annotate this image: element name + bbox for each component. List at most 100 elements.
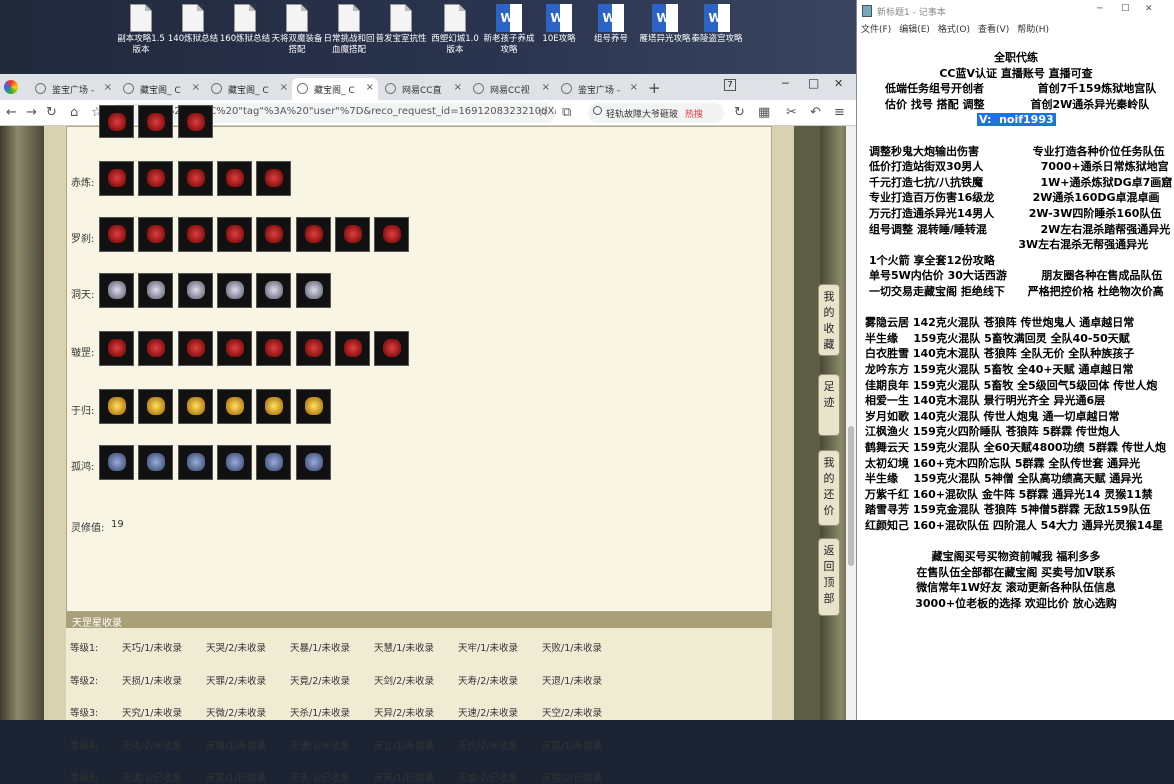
tab-close-icon[interactable]: × (630, 82, 638, 93)
equipment-item[interactable] (99, 445, 134, 480)
reload-icon[interactable]: ↻ (46, 104, 57, 122)
desktop-icon[interactable]: W 10E攻略 (532, 4, 586, 45)
desktop-icon[interactable]: 副本攻略1.5版本 (114, 4, 168, 56)
star-icon[interactable]: ☆ (537, 104, 549, 122)
desktop-icon[interactable]: W 组号养号 (584, 4, 638, 45)
desktop-icon[interactable]: W 秦陵盗宫攻略 (690, 4, 744, 45)
tab-2[interactable]: 藏宝阁_ C × (206, 78, 292, 100)
tab-close-icon[interactable]: × (366, 82, 374, 93)
equipment-item[interactable] (295, 331, 331, 366)
equipment-item[interactable] (177, 445, 213, 480)
equipment-item[interactable] (256, 161, 292, 196)
tab-3[interactable]: 藏宝阁_ C × (292, 78, 378, 100)
equipment-item[interactable] (334, 331, 370, 366)
equipment-item[interactable] (138, 273, 174, 308)
notepad-menu-item[interactable]: 文件(F) (861, 25, 891, 35)
desktop-icon[interactable]: 日常挑战和回血魔搭配 (322, 4, 376, 56)
back-icon[interactable]: ← (6, 104, 17, 122)
equipment-item[interactable] (256, 331, 292, 366)
menu-icon[interactable]: ≡ (834, 104, 845, 122)
equipment-item[interactable] (177, 161, 213, 196)
grid-icon[interactable]: ▦ (758, 104, 770, 122)
equipment-item[interactable] (99, 331, 134, 366)
notepad-menu-item[interactable]: 格式(O) (938, 25, 970, 35)
equipment-item[interactable] (295, 389, 331, 424)
equipment-item[interactable] (177, 331, 213, 366)
side-button-3[interactable]: 返 回 顶 部 (818, 538, 840, 616)
maximize-button[interactable]: □ (808, 76, 819, 90)
equipment-item[interactable] (216, 389, 252, 424)
notepad-text-area[interactable]: 全职代练 CC蓝V认证 直播账号 直播可查 低端任务组号开创者 首创7千159炼狱地… (857, 36, 1174, 720)
equipment-item[interactable] (138, 389, 174, 424)
scroll-thumb[interactable] (848, 426, 854, 566)
notepad-maximize-button[interactable]: □ (1121, 3, 1130, 13)
equipment-item[interactable] (138, 445, 174, 480)
new-tab-button[interactable]: + (648, 79, 661, 97)
minimize-button[interactable]: ─ (782, 77, 789, 90)
equipment-item[interactable] (99, 273, 134, 308)
forward-icon[interactable]: → (26, 104, 37, 122)
desktop-icon[interactable]: 普发宝室抗性 (374, 4, 428, 45)
equipment-item[interactable] (216, 217, 252, 252)
side-button-2[interactable]: 我 的 还 价 (818, 450, 840, 526)
equipment-item[interactable] (138, 161, 174, 196)
tab-1[interactable]: 藏宝阁_ C × (118, 78, 204, 100)
tab-close-icon[interactable]: × (104, 82, 112, 93)
browser-logo-icon[interactable] (4, 80, 18, 94)
equipment-item[interactable] (99, 217, 134, 252)
notepad-menu-item[interactable]: 帮助(H) (1017, 25, 1049, 35)
desktop-icon[interactable]: 140炼狱总结 (166, 4, 220, 45)
equipment-item[interactable] (216, 273, 252, 308)
home-icon[interactable]: ⌂ (70, 104, 78, 122)
equipment-item[interactable] (177, 105, 213, 138)
close-button[interactable]: ✕ (834, 77, 843, 90)
tab-0[interactable]: 鉴宝广场 - × (30, 78, 116, 100)
equipment-item[interactable] (295, 273, 331, 308)
equipment-item[interactable] (295, 445, 331, 480)
equipment-item[interactable] (374, 217, 410, 252)
equipment-item[interactable] (334, 217, 370, 252)
notepad-minimize-button[interactable]: ─ (1097, 4, 1102, 14)
scissors-icon[interactable]: ✂ (786, 104, 797, 122)
tab-close-icon[interactable]: × (542, 82, 550, 93)
equipment-item[interactable] (216, 331, 252, 366)
equipment-item[interactable] (216, 161, 252, 196)
equipment-item[interactable] (256, 217, 292, 252)
equipment-item[interactable] (138, 217, 174, 252)
equipment-item[interactable] (138, 105, 174, 138)
equipment-item[interactable] (295, 217, 331, 252)
scrollbar[interactable] (846, 126, 856, 720)
equipment-item[interactable] (256, 389, 292, 424)
equipment-item[interactable] (99, 161, 134, 196)
desktop-icon[interactable]: 西塑幻城1.0版本 (428, 4, 482, 56)
desktop-icon[interactable]: 天将双魔装备搭配 (270, 4, 324, 56)
notepad-menu-item[interactable]: 查看(V) (978, 25, 1009, 35)
equipment-item[interactable] (99, 389, 134, 424)
desktop-icon[interactable]: W 新老孩子养成攻略 (482, 4, 536, 56)
equipment-item[interactable] (177, 389, 213, 424)
tab-close-icon[interactable]: × (454, 82, 462, 93)
side-button-0[interactable]: 我 的 收 藏 (818, 284, 840, 356)
refresh-icon[interactable]: ↻ (734, 104, 745, 122)
equipment-item[interactable] (216, 445, 252, 480)
tab-close-icon[interactable]: × (192, 82, 200, 93)
search-box[interactable]: 轻轨故障大爷砸玻 热搜 (588, 103, 724, 123)
tab-4[interactable]: 网易CC直 × (380, 78, 466, 100)
tab-close-icon[interactable]: × (280, 82, 288, 93)
equipment-item[interactable] (374, 331, 410, 366)
tab-6[interactable]: 鉴宝广场 - × (556, 78, 642, 100)
side-button-1[interactable]: 足 迹 (818, 374, 840, 436)
tab-5[interactable]: 网易CC视 × (468, 78, 554, 100)
tab-search-icon[interactable]: 7 (724, 79, 736, 91)
equipment-item[interactable] (256, 273, 292, 308)
equipment-item[interactable] (138, 331, 174, 366)
undo-icon[interactable]: ↶ (810, 104, 821, 122)
desktop-icon[interactable]: 160炼狱总结 (218, 4, 272, 45)
equipment-item[interactable] (99, 105, 134, 138)
equipment-item[interactable] (177, 273, 213, 308)
equipment-item[interactable] (256, 445, 292, 480)
notepad-menu-item[interactable]: 编辑(E) (899, 25, 930, 35)
notepad-close-button[interactable]: ✕ (1145, 4, 1153, 14)
equipment-item[interactable] (177, 217, 213, 252)
extension-icon[interactable]: ⧉ (562, 104, 571, 122)
